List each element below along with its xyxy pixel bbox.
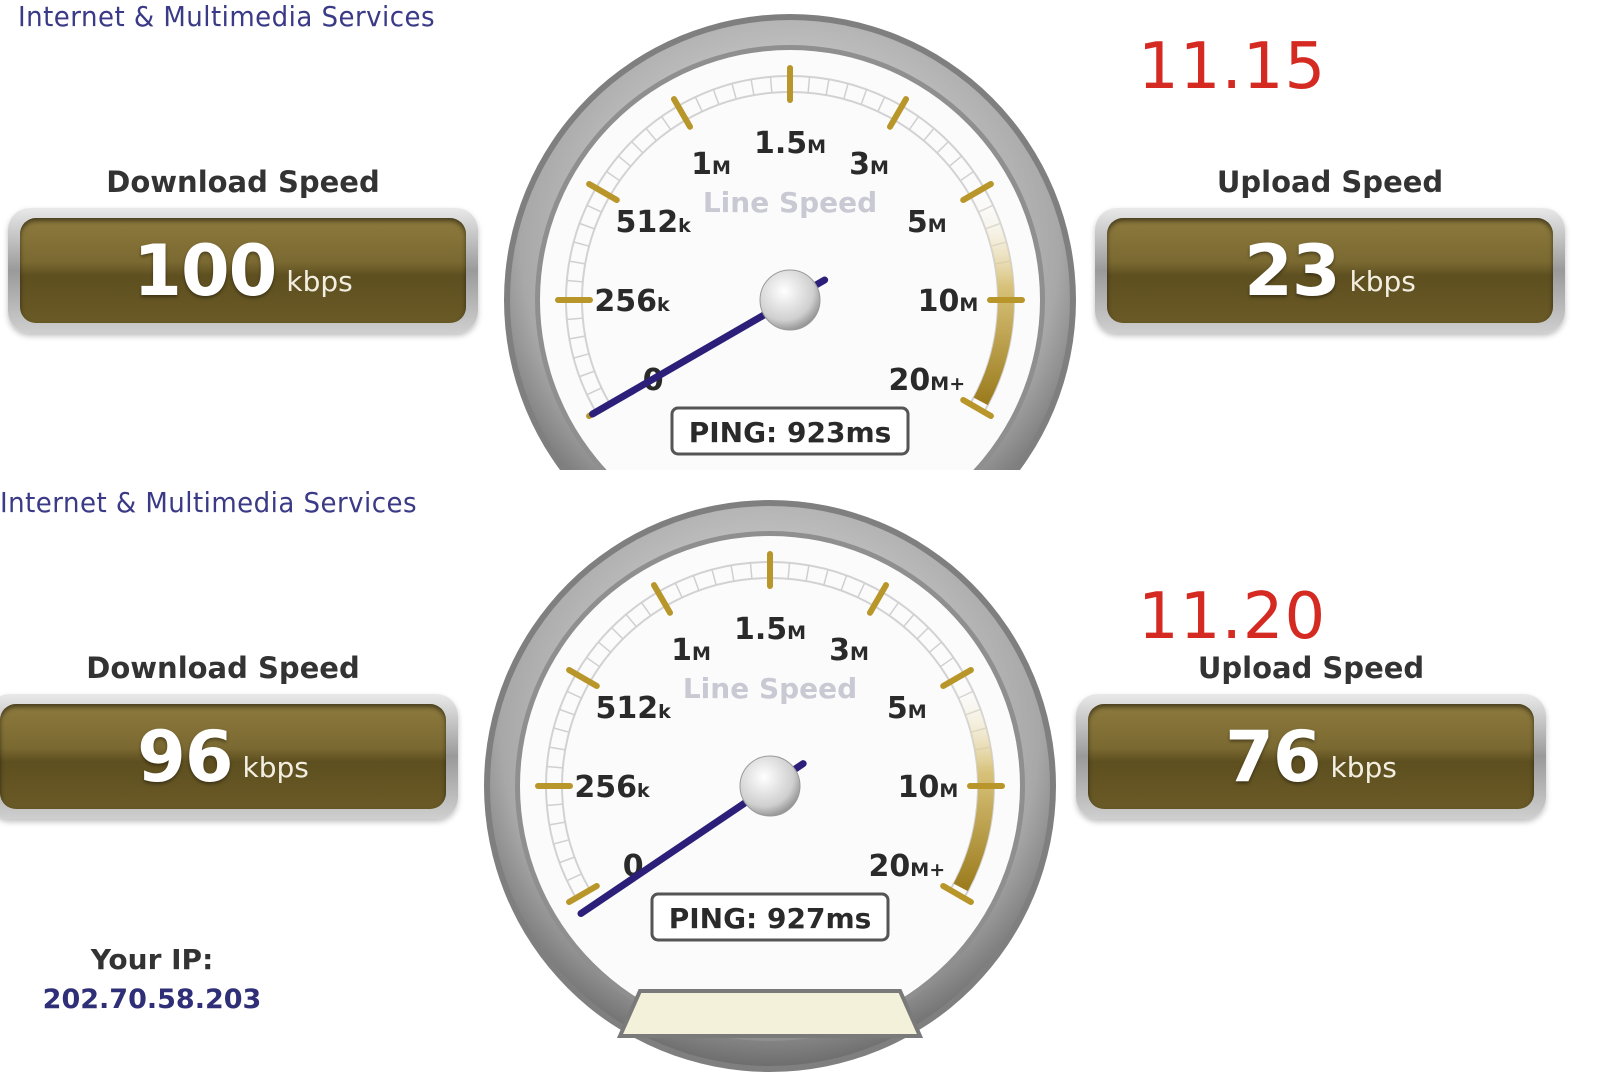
line-speed-gauge: 0256k512k1M1.5M3M5M10M20M+Line SpeedPING… [504, 14, 1076, 470]
speed-test-panel-1115: Internet & Multimedia Services 11.15 Dow… [0, 0, 1600, 470]
gauge-hub [739, 755, 801, 817]
ping-label: PING: 923ms [689, 416, 892, 449]
gauge-title: Line Speed [683, 672, 857, 705]
line-speed-gauge: 0256k512k1M1.5M3M5M10M20M+Line SpeedPING… [484, 500, 1056, 1072]
gauge-hub [759, 269, 821, 331]
speed-test-panel-1120: Internet & Multimedia Services 11.20 Dow… [0, 490, 1600, 1083]
gauge-base [616, 989, 924, 1038]
gauge-title: Line Speed [703, 186, 877, 219]
ping-label: PING: 927ms [669, 902, 872, 935]
